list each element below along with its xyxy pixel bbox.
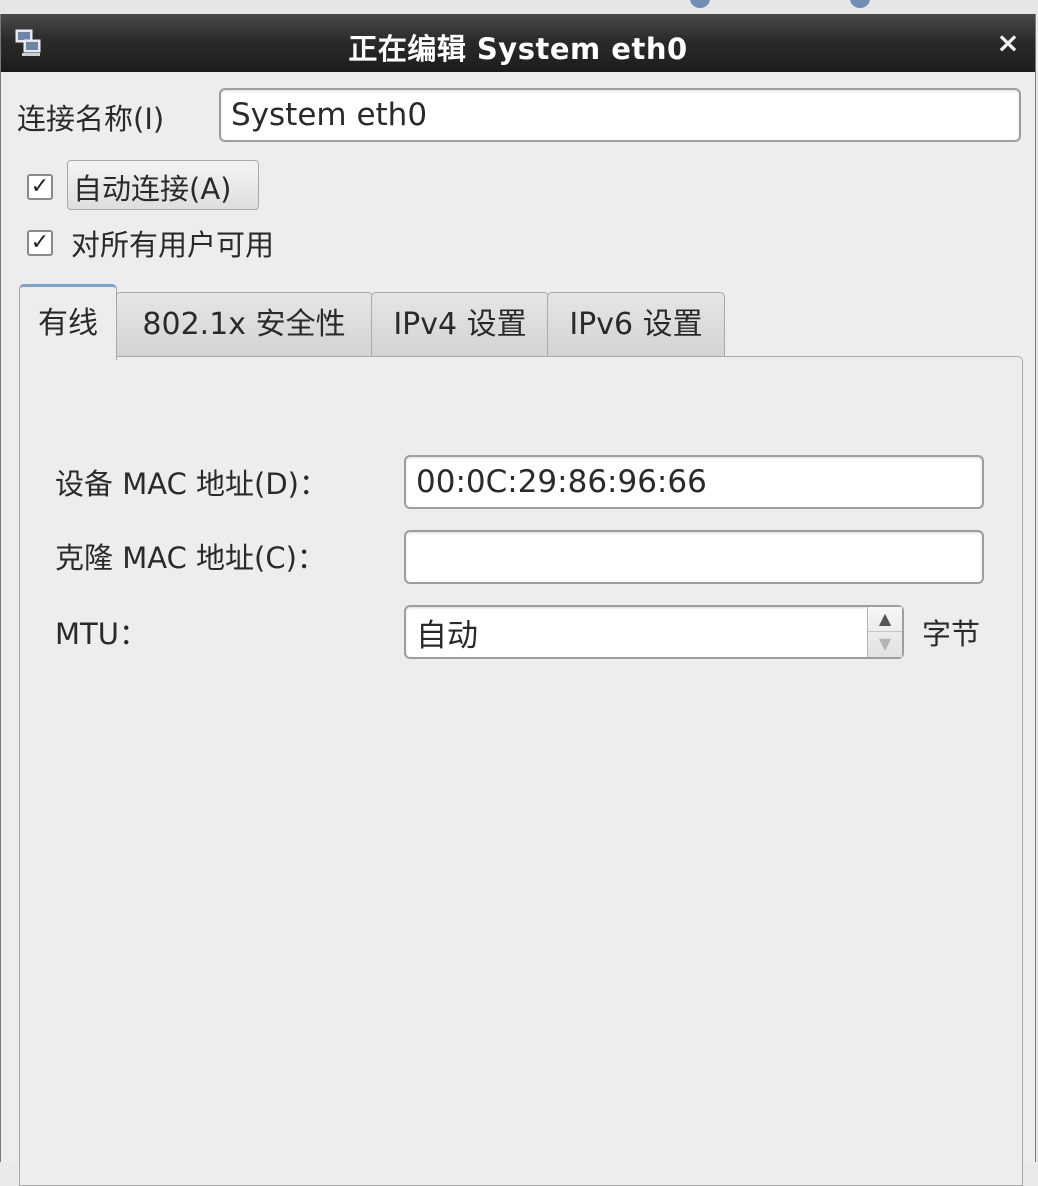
desktop-panel-strip — [0, 0, 1038, 14]
tab-wired[interactable]: 有线 — [19, 284, 117, 360]
device-mac-label: 设备 MAC 地址(D)： — [55, 467, 328, 501]
title-bar[interactable]: 正在编辑 System eth0 × — [1, 14, 1035, 72]
panel-icon — [850, 0, 870, 8]
panel-icon — [690, 0, 710, 8]
cloned-mac-input[interactable] — [404, 530, 984, 584]
window-title: 正在编辑 System eth0 — [348, 32, 688, 66]
auto-connect-checkbox[interactable]: ✓ — [27, 174, 53, 200]
mtu-unit-label: 字节 — [922, 617, 981, 651]
mtu-spin-buttons[interactable]: ▲ ▼ — [867, 607, 902, 657]
cloned-mac-label: 克隆 MAC 地址(C)： — [55, 541, 326, 575]
mtu-value[interactable]: 自动 — [416, 610, 478, 655]
tab-ipv4-settings[interactable]: IPv4 设置 — [371, 292, 549, 356]
mtu-label: MTU： — [55, 617, 148, 651]
spin-down-icon[interactable]: ▼ — [868, 632, 902, 657]
wired-tab-panel: 设备 MAC 地址(D)： 00:0C:29:86:96:66 克隆 MAC 地… — [19, 356, 1023, 1186]
connection-name-input[interactable]: System eth0 — [219, 88, 1021, 142]
edit-connection-dialog: 正在编辑 System eth0 × 连接名称(I) System eth0 ✓… — [0, 14, 1036, 1186]
mtu-spinbox[interactable]: 自动 ▲ ▼ — [404, 605, 904, 659]
device-mac-input[interactable]: 00:0C:29:86:96:66 — [404, 455, 984, 509]
all-users-checkbox[interactable]: ✓ — [27, 230, 53, 256]
tab-ipv6-settings[interactable]: IPv6 设置 — [547, 292, 725, 356]
auto-connect-label[interactable]: 自动连接(A) — [73, 166, 231, 208]
close-icon[interactable]: × — [993, 28, 1023, 58]
all-users-label[interactable]: 对所有用户可用 — [71, 222, 274, 264]
spin-up-icon[interactable]: ▲ — [868, 607, 902, 632]
tab-8021x-security[interactable]: 802.1x 安全性 — [115, 292, 373, 356]
connection-name-label: 连接名称(I) — [17, 102, 165, 136]
